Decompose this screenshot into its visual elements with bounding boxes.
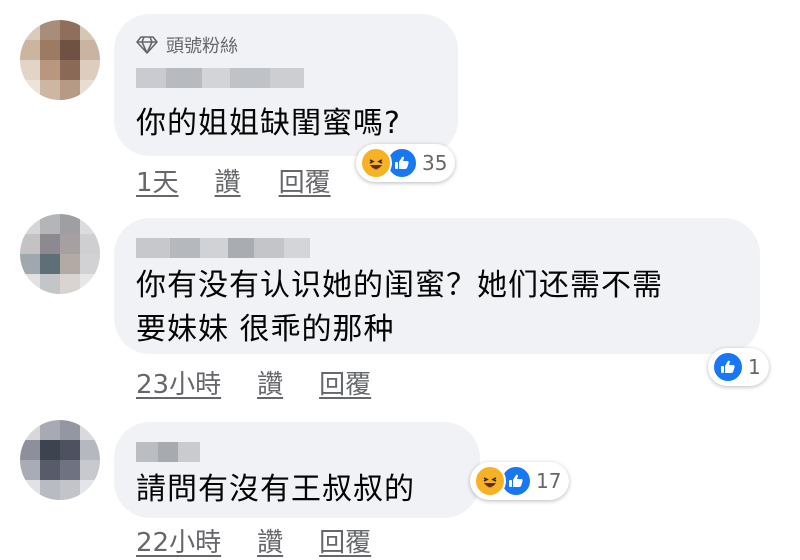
reaction-count: 35	[422, 151, 448, 175]
reply-button[interactable]: 回覆	[279, 162, 331, 199]
author-name[interactable]	[136, 442, 200, 462]
timestamp-link[interactable]: 1天	[136, 162, 179, 199]
like-icon	[712, 351, 744, 383]
reply-button[interactable]: 回覆	[319, 364, 371, 401]
comment: 頭號粉絲 你的姐姐缺閨蜜嗎? 35 1天 讚 回覆	[0, 0, 800, 200]
haha-icon	[360, 147, 392, 179]
comment-actions: 22小時 讚 回覆	[136, 522, 371, 559]
top-fan-badge[interactable]: 頭號粉絲	[136, 32, 238, 58]
reaction-summary[interactable]: 1	[708, 348, 769, 386]
like-button[interactable]: 讚	[257, 364, 283, 401]
like-button[interactable]: 讚	[215, 162, 241, 199]
avatar[interactable]	[20, 20, 100, 100]
reaction-count: 1	[748, 355, 761, 379]
reaction-summary[interactable]: 17	[470, 462, 570, 500]
comment: 請問有沒有王叔叔的 17 22小時 讚 回覆	[0, 410, 800, 560]
like-button[interactable]: 讚	[257, 522, 283, 559]
comment-text: 你的姐姐缺閨蜜嗎?	[136, 106, 401, 141]
comment: 你有没有认识她的闺蜜？她们还需不需 要妹妹 很乖的那种 1 23小時 讚 回覆	[0, 200, 800, 410]
comment-actions: 1天 讚 回覆	[136, 162, 331, 199]
diamond-icon	[136, 36, 158, 54]
reaction-summary[interactable]: 35	[356, 144, 456, 182]
reply-button[interactable]: 回覆	[319, 522, 371, 559]
comment-text: 你有没有认识她的闺蜜？她们还需不需 要妹妹 很乖的那种	[136, 268, 663, 347]
comment-bubble: 頭號粉絲 你的姐姐缺閨蜜嗎?	[114, 14, 458, 156]
timestamp-link[interactable]: 22小時	[136, 522, 221, 559]
author-name[interactable]	[136, 238, 310, 258]
timestamp-link[interactable]: 23小時	[136, 364, 221, 401]
comment-bubble: 請問有沒有王叔叔的	[114, 422, 480, 518]
reaction-count: 17	[536, 469, 562, 493]
author-name[interactable]	[136, 68, 304, 88]
comment-actions: 23小時 讚 回覆	[136, 364, 371, 401]
badge-label: 頭號粉絲	[166, 36, 238, 57]
haha-icon	[474, 465, 506, 497]
comment-text: 請問有沒有王叔叔的	[136, 472, 415, 507]
avatar[interactable]	[20, 214, 100, 294]
avatar[interactable]	[20, 420, 100, 500]
comment-bubble: 你有没有认识她的闺蜜？她们还需不需 要妹妹 很乖的那种	[114, 218, 760, 354]
